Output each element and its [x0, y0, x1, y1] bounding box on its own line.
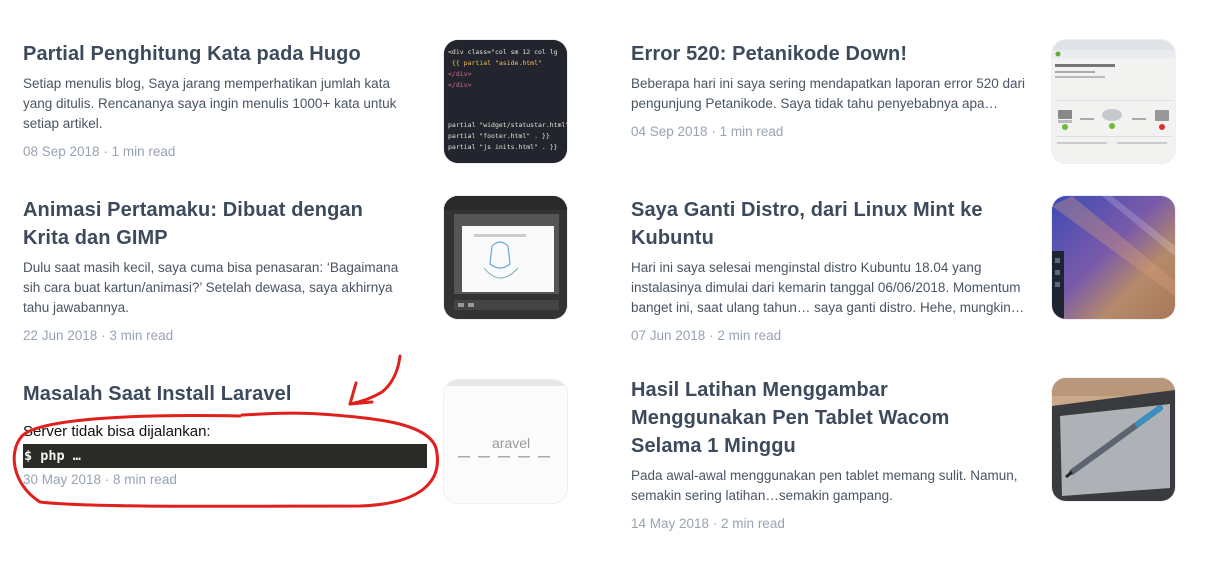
post-excerpt-code-label: Server tidak bisa dijalankan:	[23, 423, 211, 440]
pen-tablet-photo-image	[1052, 378, 1175, 501]
post-title-link[interactable]: Masalah Saat Install Laravel	[23, 380, 423, 408]
laravel-page-screenshot-image: aravel	[444, 380, 567, 503]
post-thumbnail[interactable]	[1052, 40, 1175, 163]
post-title-link[interactable]: Partial Penghitung Kata pada Hugo	[23, 40, 413, 68]
post-text: Saya Ganti Distro, dari Linux Mint ke Ku…	[631, 196, 1031, 343]
post-excerpt: Pada awal-awal menggunakan pen tablet me…	[631, 468, 1018, 503]
post-meta: 04 Sep 2018 · 1 min read	[631, 124, 784, 139]
svg-text:aravel: aravel	[492, 435, 530, 451]
code-line: </div>	[448, 70, 472, 78]
post-text: Error 520: Petanikode Down! Beberapa har…	[631, 40, 1031, 139]
post-title-link[interactable]: Error 520: Petanikode Down!	[631, 40, 1031, 68]
post-thumbnail[interactable]	[1052, 196, 1175, 319]
post-excerpt-code-block: $ php …	[23, 444, 427, 468]
post-title-link[interactable]: Saya Ganti Distro, dari Linux Mint ke Ku…	[631, 196, 1011, 252]
post-meta: 22 Jun 2018 · 3 min read	[23, 328, 174, 343]
post-excerpt: Beberapa hari ini saya sering mendapatka…	[631, 76, 1025, 111]
post-excerpt: Hari ini saya selesai menginstal distro …	[631, 260, 1025, 315]
post-title-link[interactable]: Animasi Pertamaku: Dibuat dengan Krita d…	[23, 196, 408, 252]
post-thumbnail[interactable]	[1052, 378, 1175, 501]
code-line: <div class="col sm 12 col lg	[448, 48, 558, 56]
code-line: </div>	[448, 81, 472, 89]
post-thumbnail[interactable]: aravel	[444, 380, 567, 503]
post-title-link[interactable]: Hasil Latihan Menggambar Menggunakan Pen…	[631, 376, 1011, 460]
kubuntu-wallpaper-image	[1052, 196, 1175, 319]
animation-editor-screenshot-image	[444, 196, 567, 319]
post-excerpt: Dulu saat masih kecil, saya cuma bisa pe…	[23, 260, 399, 315]
post-grid: Partial Penghitung Kata pada Hugo Setiap…	[0, 0, 1218, 580]
post-meta: 14 May 2018 · 2 min read	[631, 516, 785, 531]
post-meta: 07 Jun 2018 · 2 min read	[631, 328, 782, 343]
post-excerpt: Setiap menulis blog, Saya jarang memperh…	[23, 76, 397, 131]
error-page-screenshot-image	[1052, 40, 1175, 163]
code-line: partial "js inits.html" . }}	[448, 143, 558, 151]
code-line: partial "footer.html" . }}	[448, 132, 550, 140]
post-meta: 30 May 2018 · 8 min read	[23, 472, 177, 487]
code-screenshot-image: <div class="col sm 12 col lg {{ partial …	[444, 40, 567, 163]
post-thumbnail[interactable]: <div class="col sm 12 col lg {{ partial …	[444, 40, 567, 163]
post-text: Animasi Pertamaku: Dibuat dengan Krita d…	[23, 196, 423, 343]
post-text: Partial Penghitung Kata pada Hugo Setiap…	[23, 40, 423, 159]
post-text: Hasil Latihan Menggambar Menggunakan Pen…	[631, 376, 1031, 531]
post-meta: 08 Sep 2018 · 1 min read	[23, 144, 176, 159]
post-text: Masalah Saat Install Laravel Server tida…	[23, 376, 427, 487]
code-line: {{ partial "aside.html"	[448, 59, 542, 67]
post-thumbnail[interactable]	[444, 196, 567, 319]
code-line: partial "widget/statustar.html"	[448, 121, 567, 129]
